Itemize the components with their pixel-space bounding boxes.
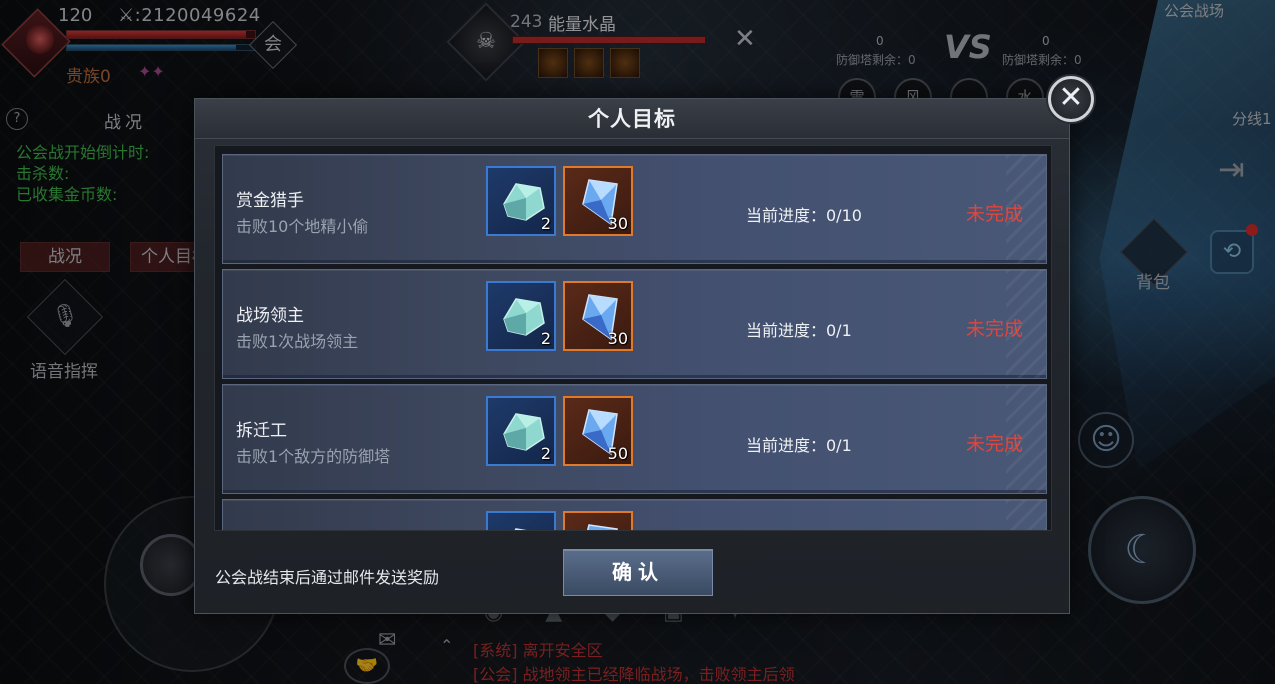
task-name: 赏金猎手 [236, 191, 304, 211]
reward-item-crystal[interactable] [486, 511, 556, 530]
reward-mail-note: 公会战结束后通过邮件发送奖励 [215, 568, 440, 587]
reward-item-diamond[interactable]: 30 [563, 166, 633, 236]
reward-count: 50 [607, 444, 628, 463]
reward-item-diamond[interactable]: 30 [563, 281, 633, 351]
task-description: 击败1次战场领主 [236, 332, 359, 351]
task-list[interactable]: 赏金猎手 击败10个地精小偷 2 30 当前进度：0/10 未完成 战场领主 击… [214, 145, 1052, 531]
reward-count: 30 [607, 214, 628, 233]
task-progress: 当前进度：0/10 [746, 206, 862, 225]
task-name: 拆迁工 [236, 421, 287, 441]
reward-item-diamond[interactable]: 50 [563, 396, 633, 466]
reward-item-crystal[interactable]: 2 [486, 281, 556, 351]
task-description: 击败1个敌方的防御塔 [236, 447, 391, 466]
reward-count: 2 [540, 444, 551, 463]
task-row: 拆迁工 击败1个敌方的防御塔 2 50 当前进度：0/1 未完成 [222, 384, 1047, 494]
task-row: 赏金猎手 击败10个地精小偷 2 30 当前进度：0/10 未完成 [222, 154, 1047, 264]
task-status: 未完成 [966, 203, 1024, 225]
dialog-title: 个人目标 [588, 107, 676, 131]
reward-item-crystal[interactable]: 2 [486, 166, 556, 236]
task-status: 未完成 [966, 318, 1024, 340]
task-progress: 当前进度：0/1 [746, 321, 852, 340]
task-description: 击败10个地精小偷 [236, 217, 369, 236]
diamond-icon [586, 524, 618, 530]
task-row [222, 499, 1047, 530]
task-progress: 当前进度：0/1 [746, 436, 852, 455]
reward-count: 2 [540, 214, 551, 233]
task-row: 战场领主 击败1次战场领主 2 30 当前进度：0/1 未完成 [222, 269, 1047, 379]
task-status: 未完成 [966, 433, 1024, 455]
task-name: 战场领主 [236, 306, 304, 326]
reward-item-crystal[interactable]: 2 [486, 396, 556, 466]
reward-item-diamond[interactable] [563, 511, 633, 530]
reward-count: 30 [607, 329, 628, 348]
reward-count: 2 [540, 329, 551, 348]
confirm-button[interactable]: 确认 [563, 549, 713, 596]
crystal-ore-icon [514, 528, 527, 530]
close-icon[interactable]: ✕ [1048, 76, 1094, 122]
